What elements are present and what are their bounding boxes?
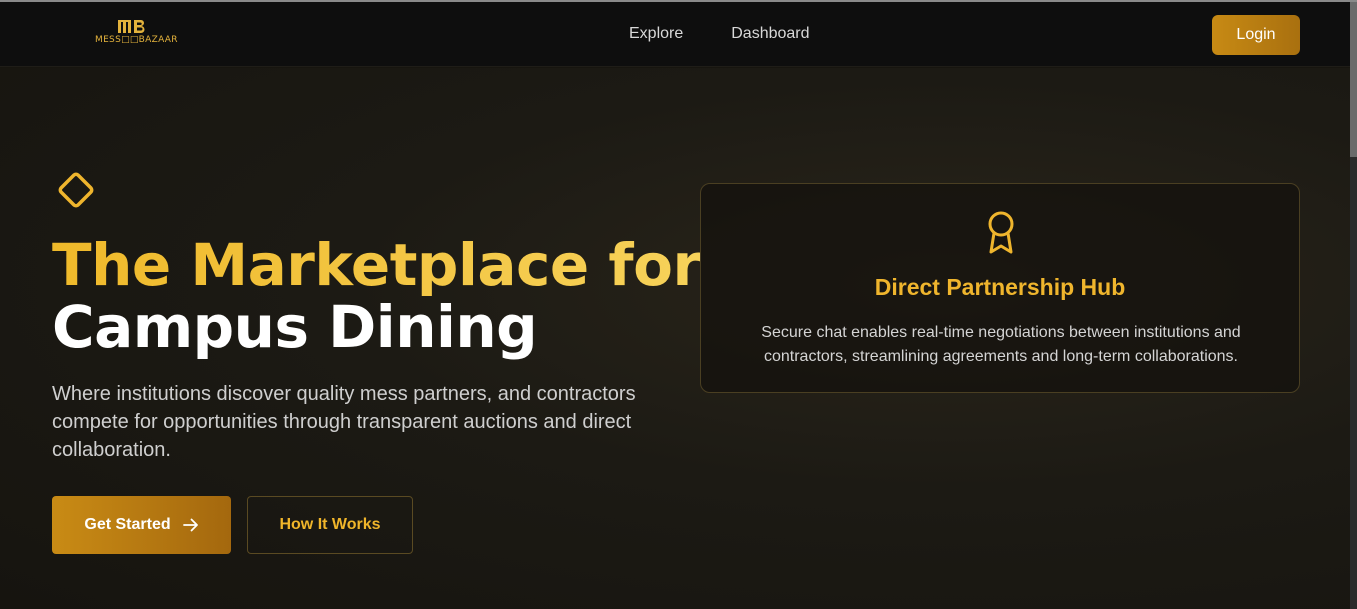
login-button[interactable]: Login [1212,15,1300,55]
headline-gold-line: The Marketplace for [52,231,701,299]
scrollbar-thumb[interactable] [1350,2,1357,157]
hero-headline: The Marketplace for Campus Dining [52,234,701,358]
hero-subtext: Where institutions discover quality mess… [52,383,636,461]
diamond-icon [58,172,94,208]
logo[interactable]: MESS□□BAZAAR [95,18,178,48]
nav-links: Explore Dashboard [629,25,810,43]
get-started-button[interactable]: Get Started [52,496,231,554]
navbar: MESS□□BAZAAR Explore Dashboard Login [0,2,1350,67]
how-it-works-button[interactable]: How It Works [247,496,413,554]
nav-link-explore[interactable]: Explore [629,25,683,43]
feature-card: Direct Partnership Hub Secure chat enabl… [700,183,1300,393]
logo-text: MESS□□BAZAAR [95,35,178,45]
get-started-label: Get Started [84,516,171,533]
headline-white-line: Campus Dining [52,293,538,361]
logo-mark-icon [118,20,145,33]
arrow-right-icon [182,518,198,532]
nav-link-dashboard[interactable]: Dashboard [731,25,809,43]
card-title: Direct Partnership Hub [874,274,1126,300]
card-description: Secure chat enables real-time negotiatio… [761,324,1241,365]
award-icon [988,211,1014,254]
